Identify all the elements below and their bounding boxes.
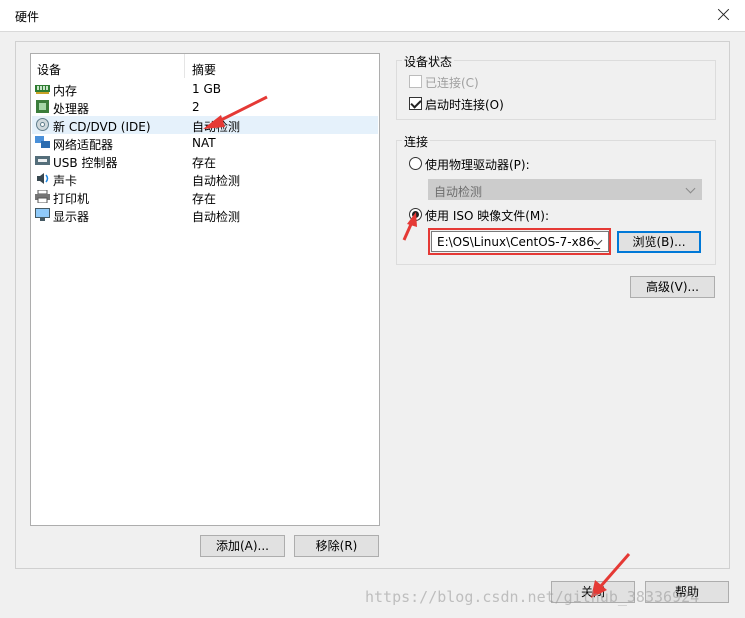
device-list-header: 设备 摘要 <box>31 54 379 81</box>
printer-icon <box>35 190 50 203</box>
device-summary: 自动检测 <box>192 120 241 134</box>
device-name: 显示器 <box>53 210 90 224</box>
device-name: 声卡 <box>53 174 78 188</box>
device-row-network-adapter[interactable]: 网络适配器 NAT <box>32 134 378 152</box>
processor-icon <box>36 100 49 113</box>
device-status-label: 设备状态 <box>402 53 455 70</box>
device-list[interactable]: 设备 摘要 内存 1 GB 处理器 2 新 CD/DVD (IDE) 自动检测 <box>30 53 380 526</box>
device-name: 网络适配器 <box>53 138 114 152</box>
iso-path-combobox[interactable]: E:\OS\Linux\CentOS-7-x86_ <box>431 231 609 252</box>
device-summary: 1 GB <box>192 82 221 96</box>
device-summary: 自动检测 <box>192 210 241 224</box>
add-button[interactable]: 添加(A)... <box>200 535 285 557</box>
chevron-down-icon <box>685 183 696 194</box>
cd-dvd-icon <box>36 118 49 131</box>
device-summary: 存在 <box>192 156 217 170</box>
sound-card-icon <box>37 173 49 184</box>
device-summary: NAT <box>192 136 216 150</box>
physical-drive-radio[interactable] <box>409 157 422 170</box>
physical-drive-value: 自动检测 <box>434 185 483 199</box>
device-row-printer[interactable]: 打印机 存在 <box>32 188 378 206</box>
window-title: 硬件 <box>15 10 40 24</box>
help-button[interactable]: 帮助 <box>645 581 729 603</box>
connection-label: 连接 <box>402 133 431 150</box>
device-row-cd-dvd[interactable]: 新 CD/DVD (IDE) 自动检测 <box>32 116 378 134</box>
display-icon <box>35 208 50 221</box>
usb-icon <box>35 156 50 165</box>
device-row-processor[interactable]: 处理器 2 <box>32 98 378 116</box>
title-bar: 硬件 <box>0 0 745 32</box>
device-name: 内存 <box>53 84 78 98</box>
advanced-button[interactable]: 高级(V)... <box>630 276 715 298</box>
physical-drive-label: 使用物理驱动器(P): <box>425 158 530 172</box>
close-button[interactable]: 关闭 <box>551 581 635 603</box>
device-summary: 2 <box>192 100 200 114</box>
connected-checkbox[interactable] <box>409 75 422 88</box>
device-name: USB 控制器 <box>53 156 118 170</box>
device-summary: 自动检测 <box>192 174 241 188</box>
device-row-sound-card[interactable]: 声卡 自动检测 <box>32 170 378 188</box>
close-icon[interactable] <box>711 3 737 27</box>
connect-at-power-on-label: 启动时连接(O) <box>425 98 504 112</box>
column-divider[interactable] <box>184 54 185 78</box>
device-name: 新 CD/DVD (IDE) <box>53 120 151 134</box>
physical-drive-select[interactable]: 自动检测 <box>428 179 702 200</box>
connected-label: 已连接(C) <box>425 76 479 90</box>
iso-image-label: 使用 ISO 映像文件(M): <box>425 209 549 223</box>
device-summary: 存在 <box>192 192 217 206</box>
remove-button[interactable]: 移除(R) <box>294 535 379 557</box>
device-row-usb[interactable]: USB 控制器 存在 <box>32 152 378 170</box>
device-name: 处理器 <box>53 102 90 116</box>
device-row-memory[interactable]: 内存 1 GB <box>32 80 378 98</box>
column-header-summary[interactable]: 摘要 <box>192 61 216 78</box>
connect-at-power-on-checkbox[interactable] <box>409 97 422 110</box>
device-name: 打印机 <box>53 192 90 206</box>
browse-button[interactable]: 浏览(B)... <box>617 231 701 253</box>
column-header-device[interactable]: 设备 <box>37 61 61 78</box>
device-row-display[interactable]: 显示器 自动检测 <box>32 206 378 224</box>
network-adapter-icon <box>35 136 50 148</box>
iso-image-radio[interactable] <box>409 208 422 221</box>
iso-path-value: E:\OS\Linux\CentOS-7-x86_ <box>437 235 600 249</box>
memory-icon <box>35 85 50 94</box>
